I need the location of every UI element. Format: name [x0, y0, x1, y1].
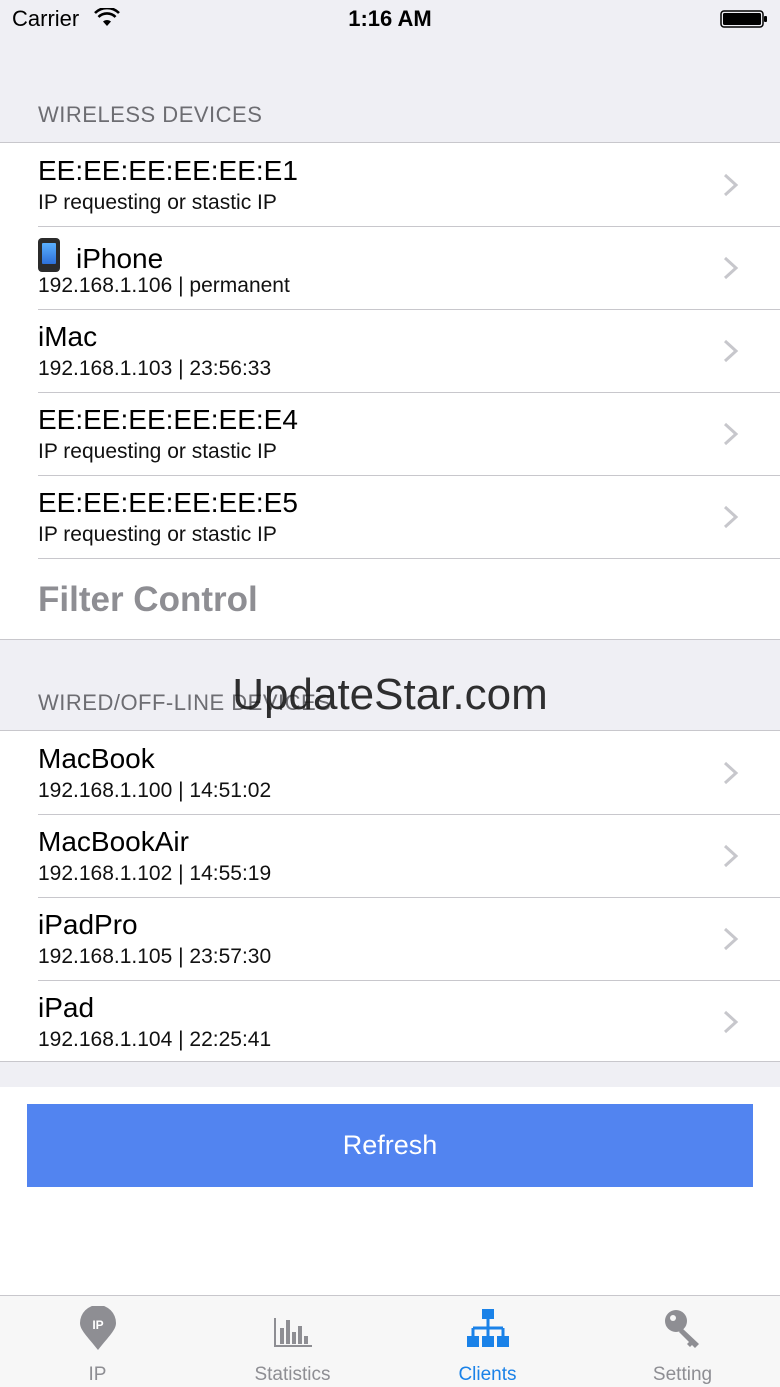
- device-subtitle: 192.168.1.105 | 23:57:30: [38, 945, 272, 968]
- device-row-iphone[interactable]: iPhone 192.168.1.106 | permanent: [0, 226, 780, 309]
- chevron-right-icon: [723, 927, 739, 951]
- device-subtitle: 192.168.1.106 | permanent: [38, 274, 290, 297]
- device-title: iMac: [38, 321, 98, 352]
- tab-label: Clients: [458, 1364, 517, 1385]
- tab-setting[interactable]: Setting: [585, 1296, 780, 1387]
- device-row-macbook[interactable]: MacBook 192.168.1.100 | 14:51:02: [0, 731, 780, 814]
- device-title: EE:EE:EE:EE:EE:E5: [38, 487, 298, 518]
- wireless-devices-list: EE:EE:EE:EE:EE:E1 IP requesting or stast…: [0, 142, 780, 640]
- chevron-right-icon: [723, 339, 739, 363]
- ip-pin-icon: IP: [80, 1306, 116, 1350]
- chevron-right-icon: [723, 761, 739, 785]
- device-title: EE:EE:EE:EE:EE:E4: [38, 404, 298, 435]
- device-row-ipadpro[interactable]: iPadPro 192.168.1.105 | 23:57:30: [0, 897, 780, 980]
- refresh-button[interactable]: Refresh: [27, 1104, 753, 1187]
- tab-ip[interactable]: IP IP: [0, 1296, 195, 1387]
- chevron-right-icon: [723, 844, 739, 868]
- svg-text:IP: IP: [92, 1318, 103, 1332]
- refresh-area: Refresh: [0, 1087, 780, 1295]
- device-row-ipad[interactable]: iPad 192.168.1.104 | 22:25:41: [0, 980, 780, 1063]
- tab-label: Setting: [652, 1364, 713, 1385]
- chevron-right-icon: [723, 505, 739, 529]
- device-subtitle: 192.168.1.103 | 23:56:33: [38, 357, 272, 380]
- device-subtitle: IP requesting or stastic IP: [38, 440, 277, 463]
- device-subtitle: 192.168.1.104 | 22:25:41: [38, 1028, 272, 1051]
- device-title: iPadPro: [38, 909, 138, 940]
- tab-statistics[interactable]: Statistics: [195, 1296, 390, 1387]
- chevron-right-icon: [723, 422, 739, 446]
- device-subtitle: 192.168.1.102 | 14:55:19: [38, 862, 272, 885]
- clock: 1:16 AM: [348, 6, 432, 31]
- network-icon: [467, 1309, 509, 1347]
- device-title: MacBookAir: [38, 826, 189, 857]
- tab-bar: IP IP Statistics Clients Setting: [0, 1295, 780, 1387]
- device-title: EE:EE:EE:EE:EE:E1: [38, 155, 298, 186]
- bar-chart-icon: [274, 1318, 312, 1347]
- device-title: iPad: [38, 992, 95, 1023]
- key-icon: [665, 1310, 699, 1348]
- tab-clients[interactable]: Clients: [390, 1296, 585, 1387]
- chevron-right-icon: [723, 1010, 739, 1034]
- device-row-imac[interactable]: iMac 192.168.1.103 | 23:56:33: [0, 309, 780, 392]
- device-subtitle: IP requesting or stastic IP: [38, 191, 277, 214]
- device-row-ee-e5[interactable]: EE:EE:EE:EE:EE:E5 IP requesting or stast…: [0, 475, 780, 558]
- screen: Carrier 1:16 AM WIRELESS DEVICES EE:EE:E…: [0, 0, 780, 1387]
- chevron-right-icon: [723, 173, 739, 197]
- status-bar: Carrier 1:16 AM: [0, 0, 780, 40]
- filter-control-row[interactable]: Filter Control: [0, 558, 780, 641]
- wired-devices-list: MacBook 192.168.1.100 | 14:51:02 MacBook…: [0, 730, 780, 1062]
- tab-label: IP: [88, 1364, 107, 1385]
- tab-label: Statistics: [254, 1364, 331, 1385]
- wireless-devices-header: WIRELESS DEVICES: [38, 102, 263, 127]
- filter-control-label: Filter Control: [38, 580, 258, 619]
- device-title: MacBook: [38, 743, 155, 774]
- device-title: iPhone: [38, 238, 163, 275]
- device-subtitle: 192.168.1.100 | 14:51:02: [38, 779, 272, 802]
- device-row-macbookair[interactable]: MacBookAir 192.168.1.102 | 14:55:19: [0, 814, 780, 897]
- device-row-ee-e1[interactable]: EE:EE:EE:EE:EE:E1 IP requesting or stast…: [0, 143, 780, 226]
- phone-icon: [38, 238, 60, 272]
- chevron-right-icon: [723, 256, 739, 280]
- battery-icon: [720, 10, 767, 28]
- device-subtitle: IP requesting or stastic IP: [38, 523, 277, 546]
- watermark: UpdateStar.com: [232, 670, 548, 719]
- device-row-ee-e4[interactable]: EE:EE:EE:EE:EE:E4 IP requesting or stast…: [0, 392, 780, 475]
